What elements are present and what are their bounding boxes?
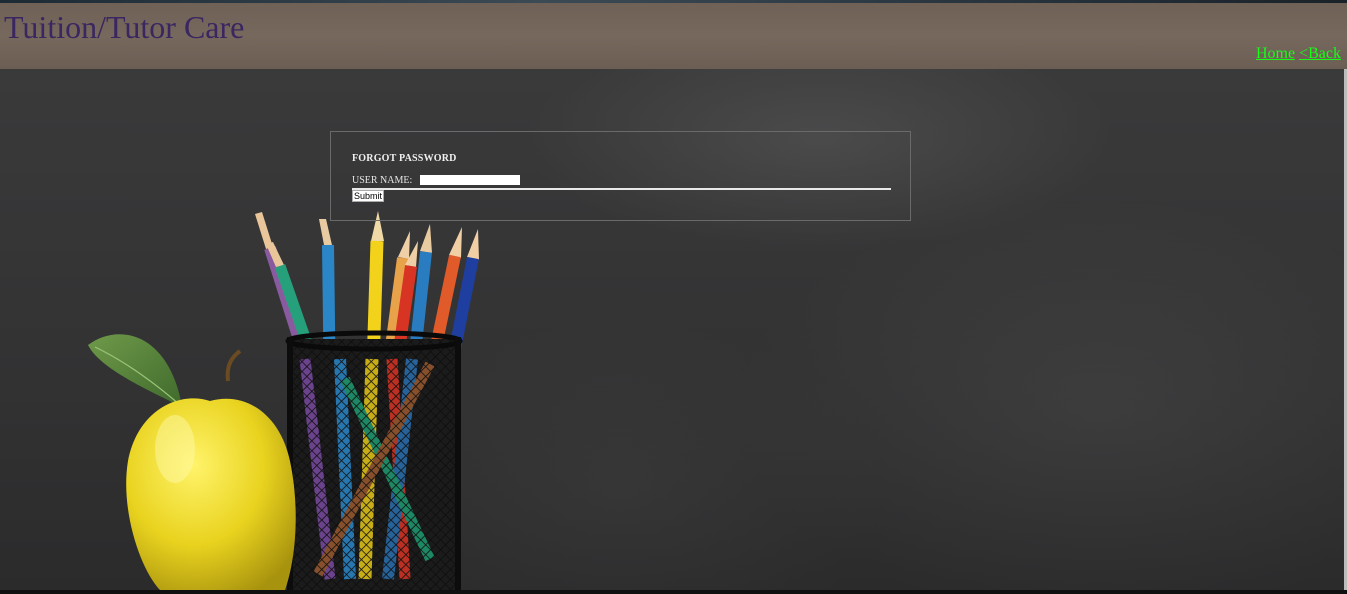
username-input[interactable] <box>420 175 520 185</box>
submit-button[interactable]: Submit <box>352 190 385 202</box>
bottom-edge <box>0 590 1347 594</box>
username-label: USER NAME: <box>352 175 413 186</box>
site-title: Tuition/Tutor Care <box>4 9 245 45</box>
home-link[interactable]: Home <box>1256 45 1295 62</box>
forgot-password-panel: FORGOT PASSWORD USER NAME: Submit <box>330 131 911 221</box>
apple-icon <box>88 334 296 590</box>
back-link[interactable]: <Back <box>1299 45 1341 62</box>
form-title: FORGOT PASSWORD <box>352 153 457 164</box>
site-header: Tuition/Tutor Care Home <Back <box>0 3 1347 69</box>
username-row: USER NAME: <box>352 175 891 190</box>
header-nav: Home <Back <box>1256 45 1341 63</box>
